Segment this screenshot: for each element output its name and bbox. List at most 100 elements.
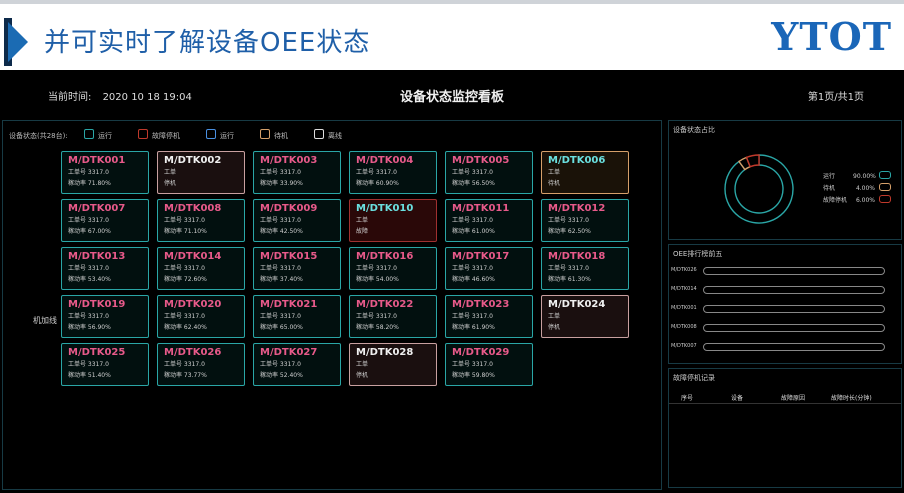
donut-legend-label: 故障停机 (823, 197, 848, 204)
device-card[interactable]: M/DTK022 工单号 3317.0 稼动率 58.20% (349, 295, 437, 338)
device-card[interactable]: M/DTK014 工单号 3317.0 稼动率 72.60% (157, 247, 245, 290)
legend-swatch (205, 129, 216, 139)
device-card[interactable]: M/DTK026 工单号 3317.0 稼动率 73.77% (157, 343, 245, 386)
device-order: 工单号 3317.0 (452, 313, 493, 320)
device-order: 工单号 3317.0 (68, 217, 109, 224)
device-card[interactable]: M/DTK023 工单号 3317.0 稼动率 61.90% (445, 295, 533, 338)
device-id: M/DTK022 (356, 299, 414, 310)
device-id: M/DTK024 (548, 299, 606, 310)
device-card[interactable]: M/DTK012 工单号 3317.0 稼动率 62.50% (541, 199, 629, 242)
device-card[interactable]: M/DTK024 工单 停机 (541, 295, 629, 338)
device-rate: 停机 (164, 180, 177, 187)
device-rate: 稼动率 61.00% (452, 228, 495, 235)
device-id: M/DTK004 (356, 155, 414, 166)
device-order: 工单号 3317.0 (356, 313, 397, 320)
oee-ranking-title: OEE排行榜前五 (673, 250, 723, 258)
device-card[interactable]: M/DTK004 工单号 3317.0 稼动率 60.90% (349, 151, 437, 194)
device-id: M/DTK006 (548, 155, 606, 166)
device-rate: 稼动率 61.30% (548, 276, 591, 283)
device-id: M/DTK008 (164, 203, 222, 214)
device-grid-panel: 设备状态(共28台): 运行 故障停机 运行 待机 离线 机加线 M/DTK001 工单号… (2, 120, 662, 490)
oee-bar-track (703, 267, 885, 275)
device-card[interactable]: M/DTK007 工单号 3317.0 稼动率 67.00% (61, 199, 149, 242)
device-rate: 稼动率 58.20% (356, 324, 399, 331)
brand-logo: YTOT (771, 14, 892, 59)
table-divider (669, 403, 901, 404)
device-rate: 稼动率 42.50% (260, 228, 303, 235)
device-card[interactable]: M/DTK008 工单号 3317.0 稼动率 71.10% (157, 199, 245, 242)
oee-ranking-panel: OEE排行榜前五 M/DTK026 M/DTK014 M/DTK001 M/DTK00… (668, 244, 902, 364)
oee-bar-track (703, 343, 885, 351)
device-rate: 稼动率 67.00% (68, 228, 111, 235)
device-card[interactable]: M/DTK017 工单号 3317.0 稼动率 46.60% (445, 247, 533, 290)
device-id: M/DTK029 (452, 347, 510, 358)
donut-legend-item: 故障停机 6.00% (823, 195, 891, 204)
device-order: 工单号 3317.0 (164, 217, 205, 224)
legend-item: 故障停机 (137, 129, 180, 141)
legend-item: 运行 (205, 129, 234, 141)
fault-table-column: 序号 (681, 395, 694, 402)
legend-label: 运行 (219, 132, 234, 140)
device-card[interactable]: M/DTK016 工单号 3317.0 稼动率 54.00% (349, 247, 437, 290)
line-label: 机加线 (33, 316, 57, 325)
device-id: M/DTK028 (356, 347, 414, 358)
oee-bar-row: M/DTK014 (671, 286, 899, 294)
oee-bar-row: M/DTK026 (671, 267, 899, 275)
oee-bar-label: M/DTK014 (671, 286, 697, 292)
slide-title: 并可实时了解设备OEE状态 (44, 28, 371, 58)
device-rate: 稼动率 33.90% (260, 180, 303, 187)
device-card[interactable]: M/DTK011 工单号 3317.0 稼动率 61.00% (445, 199, 533, 242)
device-id: M/DTK021 (260, 299, 318, 310)
device-card[interactable]: M/DTK002 工单 停机 (157, 151, 245, 194)
donut-legend-swatch (879, 183, 891, 191)
device-id: M/DTK011 (452, 203, 510, 214)
device-card[interactable]: M/DTK028 工单 停机 (349, 343, 437, 386)
device-card[interactable]: M/DTK009 工单号 3317.0 稼动率 42.50% (253, 199, 341, 242)
device-card[interactable]: M/DTK025 工单号 3317.0 稼动率 51.40% (61, 343, 149, 386)
device-order: 工单号 3317.0 (260, 361, 301, 368)
device-order: 工单号 3317.0 (548, 217, 589, 224)
device-order: 工单号 3317.0 (68, 169, 109, 176)
status-donut-chart (724, 154, 794, 224)
legend-label: 故障停机 (151, 132, 180, 140)
device-card[interactable]: M/DTK003 工单号 3317.0 稼动率 33.90% (253, 151, 341, 194)
device-order: 工单号 3317.0 (68, 361, 109, 368)
device-card[interactable]: M/DTK018 工单号 3317.0 稼动率 61.30% (541, 247, 629, 290)
device-card[interactable]: M/DTK013 工单号 3317.0 稼动率 53.40% (61, 247, 149, 290)
device-card[interactable]: M/DTK010 工单 故障 (349, 199, 437, 242)
legend-caption: 设备状态(共28台): (9, 132, 68, 140)
device-card[interactable]: M/DTK029 工单号 3317.0 稼动率 59.80% (445, 343, 533, 386)
device-rate: 稼动率 37.40% (260, 276, 303, 283)
legend-label: 运行 (97, 132, 112, 140)
legend-swatch (83, 129, 94, 139)
device-card[interactable]: M/DTK015 工单号 3317.0 稼动率 37.40% (253, 247, 341, 290)
donut-legend-swatch (879, 195, 891, 203)
device-rate: 故障 (356, 228, 369, 235)
legend-item: 待机 (259, 129, 288, 141)
device-card[interactable]: M/DTK005 工单号 3317.0 稼动率 56.50% (445, 151, 533, 194)
device-rate: 稼动率 61.90% (452, 324, 495, 331)
oee-bar-row: M/DTK008 (671, 324, 899, 332)
device-card[interactable]: M/DTK019 工单号 3317.0 稼动率 56.90% (61, 295, 149, 338)
device-id: M/DTK015 (260, 251, 318, 262)
donut-legend-swatch (879, 171, 891, 179)
device-card[interactable]: M/DTK027 工单号 3317.0 稼动率 52.40% (253, 343, 341, 386)
device-order: 工单 (548, 169, 561, 176)
device-order: 工单号 3317.0 (548, 265, 589, 272)
device-id: M/DTK003 (260, 155, 318, 166)
donut-legend-pct: 90.00% (853, 173, 876, 180)
device-rate: 稼动率 53.40% (68, 276, 111, 283)
oee-bar-label: M/DTK007 (671, 343, 697, 349)
slide-arrow-icon (8, 22, 28, 62)
device-id: M/DTK020 (164, 299, 222, 310)
device-card[interactable]: M/DTK006 工单待机 (541, 151, 629, 194)
device-card[interactable]: M/DTK020 工单号 3317.0 稼动率 62.40% (157, 295, 245, 338)
page-indicator[interactable]: 第1页/共1页 (808, 88, 864, 103)
device-order: 工单号 3317.0 (356, 265, 397, 272)
device-rate: 待机 (548, 180, 561, 187)
slide-top-bar (0, 0, 904, 4)
status-ratio-title: 设备状态占比 (673, 126, 715, 134)
device-card[interactable]: M/DTK001 工单号 3317.0 稼动率 71.80% (61, 151, 149, 194)
device-card[interactable]: M/DTK021 工单号 3317.0 稼动率 65.00% (253, 295, 341, 338)
device-order: 工单 (548, 313, 561, 320)
